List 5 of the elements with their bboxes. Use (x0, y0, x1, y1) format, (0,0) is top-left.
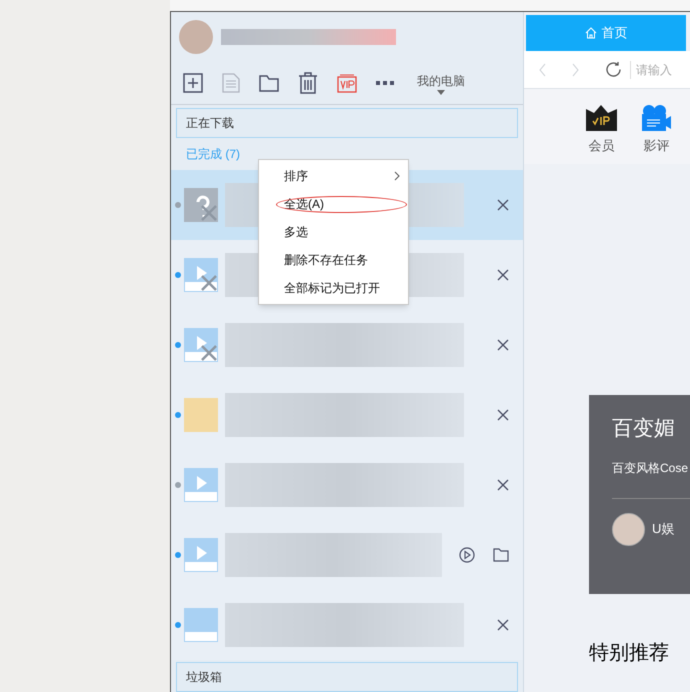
location-label: 我的电脑 (417, 72, 465, 90)
card-subtitle: 百变风格Cose (612, 460, 690, 476)
author-name: U娱 (652, 520, 674, 538)
section-heading: 特别推荐 (589, 641, 670, 666)
card-title: 百变媚 (612, 416, 676, 442)
